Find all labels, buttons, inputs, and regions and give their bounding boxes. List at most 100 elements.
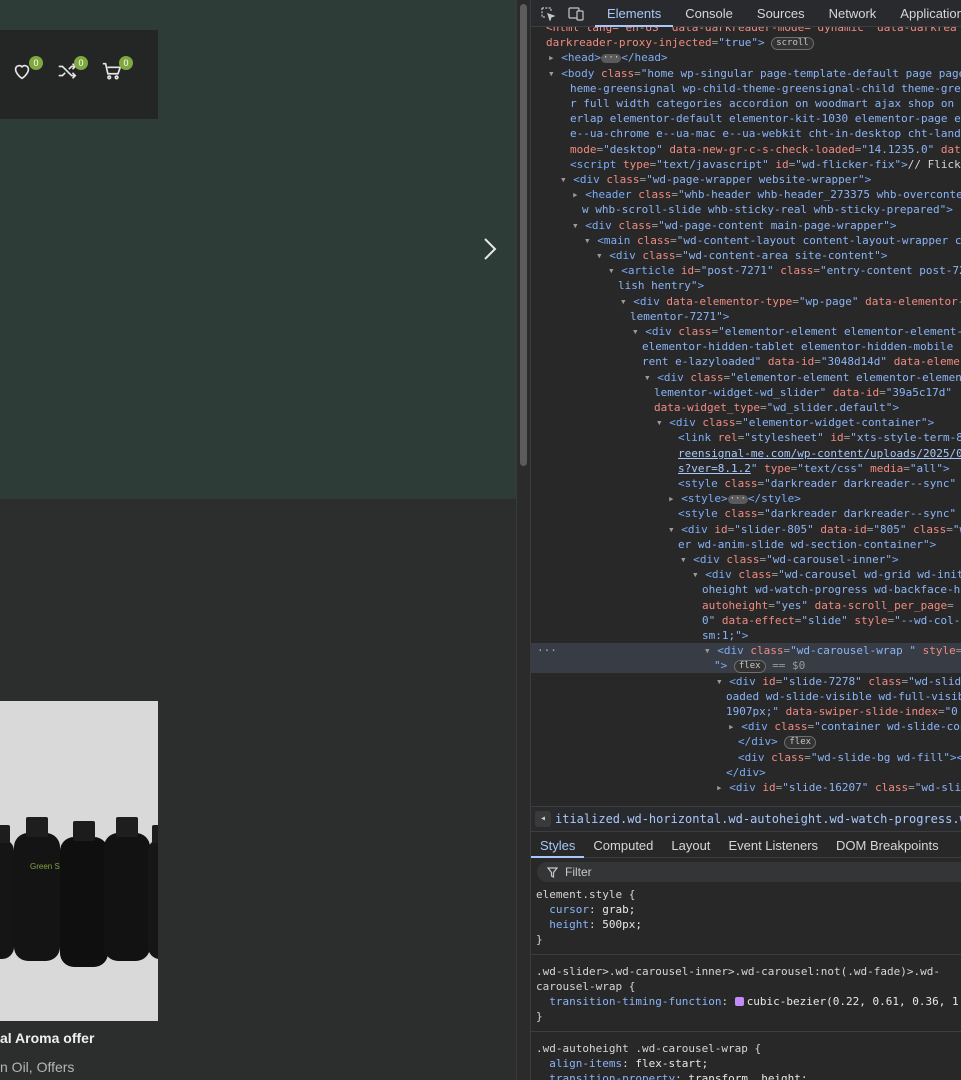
dom-node-line[interactable]: er wd-anim-slide wd-section-container"> (531, 537, 961, 552)
dom-node-line[interactable]: w whb-scroll-slide whb-sticky-real whb-s… (531, 202, 961, 217)
dom-node-line[interactable]: ▾ <div id="slide-7278" class="wd-slide (531, 674, 961, 689)
expand-toggle-icon[interactable]: ▾ (668, 523, 675, 536)
dom-node-line[interactable]: ▾ <div class="elementor-widget-container… (531, 415, 961, 430)
dom-node-line[interactable]: 1907px;" data-swiper-slide-index="0 (531, 704, 961, 719)
dom-node-line[interactable]: sm:1;"> (531, 628, 961, 643)
dom-node-line[interactable]: oaded wd-slide-visible wd-full-visib (531, 689, 961, 704)
tab-console[interactable]: Console (673, 0, 745, 27)
dom-node-line[interactable]: ▾ <div class="wd-page-content main-page-… (531, 218, 961, 233)
product-title[interactable]: al Aroma offer (0, 1030, 94, 1046)
expand-toggle-icon[interactable]: ▸ (716, 781, 723, 794)
dom-node-line[interactable]: ▾ <div class="wd-carousel wd-grid wd-ini… (531, 567, 961, 582)
expand-toggle-icon[interactable]: ▾ (596, 249, 603, 262)
dom-node-line[interactable]: e--ua-chrome e--ua-mac e--ua-webkit cht-… (531, 126, 961, 141)
expand-toggle-icon[interactable]: ▾ (548, 67, 555, 80)
dom-node-line[interactable]: ▾ <div class="wd-page-wrapper website-wr… (531, 172, 961, 187)
css-rule[interactable]: .wd-autoheight .wd-carousel-wrap { align… (536, 1041, 961, 1080)
compare-button[interactable]: 0 (56, 56, 88, 86)
css-rule[interactable]: element.style { cursor: grab; height: 50… (536, 887, 961, 947)
breadcrumb-scroll-left-button[interactable]: ◂ (535, 811, 551, 827)
expand-toggle-icon[interactable]: ▾ (716, 675, 723, 688)
expand-toggle-icon[interactable]: ▸ (548, 51, 555, 64)
node-actions-icon[interactable]: ··· (537, 643, 557, 658)
inspect-element-button[interactable] (541, 6, 556, 22)
css-rule[interactable]: .wd-slider>.wd-carousel-inner>.wd-carous… (536, 964, 961, 1024)
dom-node-line[interactable]: 0" data-effect="slide" style="--wd-col- (531, 613, 961, 628)
device-toolbar-button[interactable] (568, 6, 584, 21)
expand-toggle-icon[interactable]: ▾ (560, 173, 567, 186)
dom-node-line[interactable]: ▸ <div class="container wd-slide-con (531, 719, 961, 734)
product-categories[interactable]: n Oil, Offers (0, 1059, 74, 1075)
dom-node-line[interactable]: ▾ <body class="home wp-singular page-tem… (531, 66, 961, 81)
dom-node-line[interactable]: ▾ <div class="wd-carousel-inner"> (531, 552, 961, 567)
expand-toggle-icon[interactable]: ▸ (572, 188, 579, 201)
expand-toggle-icon[interactable]: ▾ (692, 568, 699, 581)
elements-dom-tree[interactable]: <html lang="en-US" data-darkreader-mode=… (531, 20, 961, 806)
dom-node-line[interactable]: data-widget_type="wd_slider.default"> (531, 400, 961, 415)
dom-node-line[interactable]: heme-greensignal wp-child-theme-greensig… (531, 81, 961, 96)
dom-node-line[interactable]: s?ver=8.1.2" type="text/css" media="all"… (531, 461, 961, 476)
product-image[interactable]: Green Signal (0, 701, 158, 1021)
dom-node-line[interactable]: <style class="darkreader darkreader--syn… (531, 506, 961, 521)
dom-node-line[interactable]: lementor-widget-wd_slider" data-id="39a5… (531, 385, 961, 400)
dom-node-line[interactable]: ▾ <main class="wd-content-layout content… (531, 233, 961, 248)
page-scroll-thumb[interactable] (520, 4, 527, 466)
expand-toggle-icon[interactable]: ▾ (632, 325, 639, 338)
dom-node-line[interactable]: r full width categories accordion on woo… (531, 96, 961, 111)
dom-node-line[interactable]: ▸ <header class="whb-header whb-header_2… (531, 187, 961, 202)
dom-node-line[interactable]: lementor-7271"> (531, 309, 961, 324)
dom-node-line[interactable]: reensignal-me.com/wp-content/uploads/202… (531, 446, 961, 461)
easing-swatch-icon[interactable] (734, 997, 744, 1006)
dom-node-line[interactable]: ▾ <div class="wd-content-area site-conte… (531, 248, 961, 263)
styles-filter-input[interactable] (565, 864, 945, 880)
expand-toggle-icon[interactable]: ▾ (620, 295, 627, 308)
dom-node-line[interactable]: <script type="text/javascript" id="wd-fl… (531, 157, 961, 172)
dom-node-line[interactable]: ▾ <div class="wd-carousel-wrap " style= ·… (531, 643, 961, 659)
dom-node-line[interactable]: oheight wd-watch-progress wd-backface-h (531, 582, 961, 597)
wishlist-button[interactable]: 0 (11, 56, 43, 86)
dom-node-line[interactable]: ▸ <style> ··· </style> (531, 491, 961, 506)
dom-node-line[interactable]: ▾ <div class="elementor-element elemento… (531, 370, 961, 385)
dom-node-line[interactable]: rent e-lazyloaded" data-id="3048d14d" da… (531, 354, 961, 369)
dom-node-line[interactable]: <link rel="stylesheet" id="xts-style-ter… (531, 430, 961, 445)
expand-toggle-icon[interactable]: ▾ (704, 644, 711, 657)
expand-toggle-icon[interactable]: ▾ (572, 219, 579, 232)
dom-tree-scrollbar[interactable] (947, 22, 961, 806)
expand-toggle-icon[interactable]: ▾ (584, 234, 591, 247)
dom-node-line[interactable]: erlap elementor-default elementor-kit-10… (531, 111, 961, 126)
tab-sources[interactable]: Sources (745, 0, 817, 27)
dom-node-line[interactable]: <div class="wd-slide-bg wd-fill">< (531, 750, 961, 765)
dom-node-line[interactable]: "> flex == $0 (531, 658, 961, 674)
subtab-dom-breakpoints[interactable]: DOM Breakpoints (827, 832, 948, 858)
page-scrollbar[interactable] (516, 0, 530, 1080)
dom-node-line[interactable]: ▾ <article id="post-7271" class="entry-c… (531, 263, 961, 278)
dom-node-line[interactable]: mode="desktop" data-new-gr-c-s-check-loa… (531, 142, 961, 157)
dom-node-line[interactable]: autoheight="yes" data-scroll_per_page= (531, 598, 961, 613)
dom-node-line[interactable]: </div> (531, 765, 961, 780)
dom-node-line[interactable]: elementor-hidden-tablet elementor-hidden… (531, 339, 961, 354)
dom-node-line[interactable]: lish hentry"> (531, 278, 961, 293)
tab-network[interactable]: Network (817, 0, 889, 27)
expand-toggle-icon[interactable]: ▾ (608, 264, 615, 277)
dom-node-line[interactable]: ▸ <div id="slide-16207" class="wd-sli (531, 780, 961, 795)
dom-node-line[interactable]: <style class="darkreader darkreader--syn… (531, 476, 961, 491)
cart-button[interactable]: 0 (101, 56, 133, 86)
expand-toggle-icon[interactable]: ▾ (656, 416, 663, 429)
dom-node-line[interactable]: </div> flex (531, 734, 961, 750)
tab-elements[interactable]: Elements (595, 0, 674, 27)
subtab-event-listeners[interactable]: Event Listeners (719, 832, 827, 858)
dom-node-line[interactable]: darkreader-proxy-injected="true"> scroll (531, 35, 961, 51)
slider-next-button[interactable] (478, 234, 502, 264)
expand-toggle-icon[interactable]: ▾ (680, 553, 687, 566)
breadcrumb-selector[interactable]: itialized.wd-horizontal.wd-autoheight.wd… (555, 812, 961, 826)
expand-toggle-icon[interactable]: ▸ (668, 492, 675, 505)
expand-toggle-icon[interactable]: ▾ (644, 371, 651, 384)
subtab-styles[interactable]: Styles (531, 832, 585, 858)
dom-node-line[interactable]: ▸ <head> ··· </head> (531, 50, 961, 65)
tab-application[interactable]: Application (888, 0, 961, 27)
expand-toggle-icon[interactable]: ▸ (728, 720, 735, 733)
dom-node-line[interactable]: ▾ <div data-elementor-type="wp-page" dat… (531, 294, 961, 309)
dom-node-line[interactable]: ▾ <div class="elementor-element elemento… (531, 324, 961, 339)
subtab-computed[interactable]: Computed (584, 832, 662, 858)
dom-node-line[interactable]: ▾ <div id="slider-805" data-id="805" cla… (531, 522, 961, 537)
